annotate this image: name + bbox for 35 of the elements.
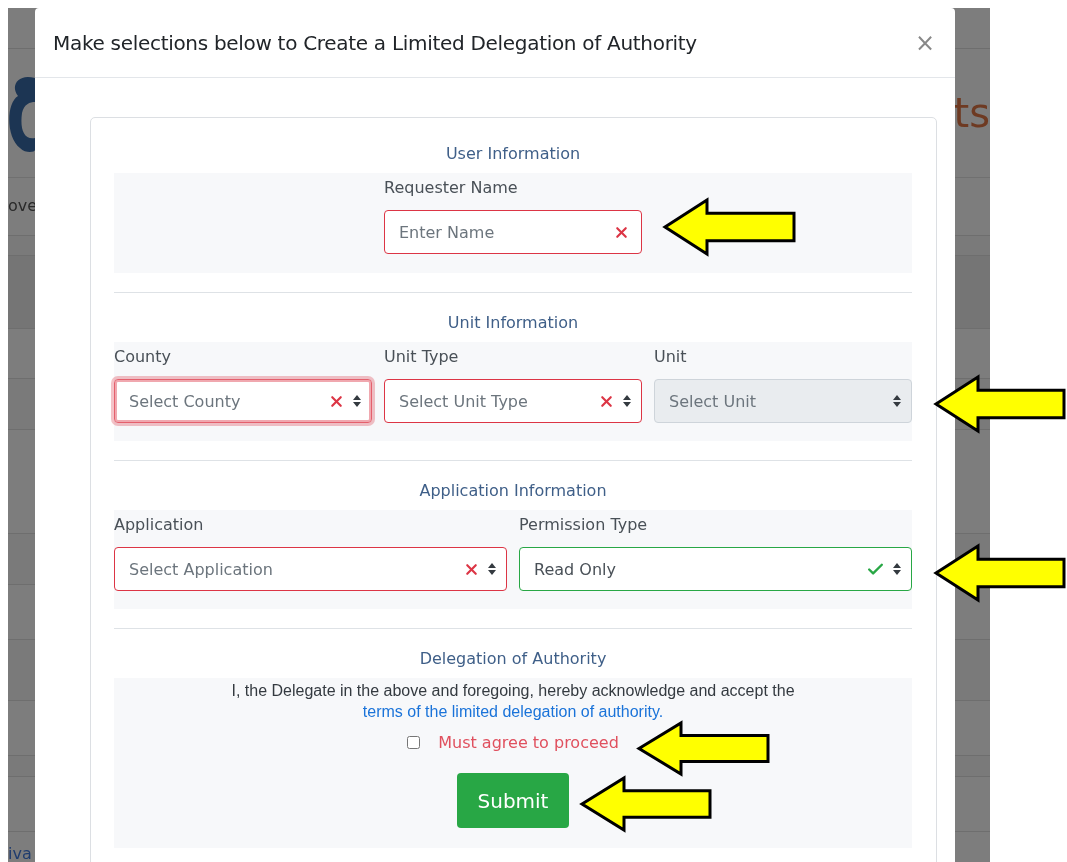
field-label: Unit Type bbox=[384, 346, 460, 368]
agree-label: Must agree to proceed bbox=[438, 733, 619, 752]
sort-caret-icon bbox=[623, 395, 631, 407]
submit-button[interactable]: Submit bbox=[457, 773, 569, 828]
heading-text: ts bbox=[953, 92, 990, 133]
field-label: Application bbox=[114, 514, 205, 536]
arrow-icon bbox=[933, 543, 1066, 603]
sort-caret-icon bbox=[893, 563, 901, 575]
select-field[interactable]: Select County bbox=[114, 379, 372, 423]
arrow-icon bbox=[933, 374, 1066, 434]
field-label: Permission Type bbox=[519, 514, 649, 536]
sort-caret-icon bbox=[893, 395, 901, 407]
field-label: Requester Name bbox=[384, 177, 519, 199]
select-field[interactable]: Select Unit Type bbox=[384, 379, 642, 423]
field-label: County bbox=[114, 346, 172, 368]
section-title: User Information bbox=[444, 143, 582, 165]
footer-link[interactable]: iva bbox=[8, 846, 32, 862]
agreement-statement: I, the Delegate in the above and foregoing, hereby acknowledge and accept the terms of the limited delegation of authority. bbox=[230, 681, 796, 722]
sort-caret-icon bbox=[353, 395, 361, 407]
input-field[interactable]: Enter Name bbox=[384, 210, 642, 254]
terms-link[interactable]: terms of the limited delegation of authority. bbox=[362, 703, 664, 720]
field-label: Unit bbox=[654, 346, 688, 368]
select-field[interactable]: Read Only bbox=[519, 547, 912, 591]
arrow-icon bbox=[579, 775, 712, 833]
section-title: Application Information bbox=[418, 480, 608, 502]
section-title: Delegation of Authority bbox=[418, 648, 608, 670]
select-field[interactable]: Select Application bbox=[114, 547, 507, 591]
agree-checkbox[interactable] bbox=[407, 736, 421, 749]
arrow-icon bbox=[636, 720, 770, 777]
arrow-icon bbox=[662, 197, 796, 257]
nav-text: ove bbox=[8, 198, 38, 215]
section-title: Unit Information bbox=[446, 312, 580, 334]
modal-title: Make selections below to Create a Limited Delegation of Authority bbox=[53, 30, 697, 55]
sort-caret-icon bbox=[488, 563, 496, 575]
close-button[interactable]: × bbox=[914, 28, 935, 57]
